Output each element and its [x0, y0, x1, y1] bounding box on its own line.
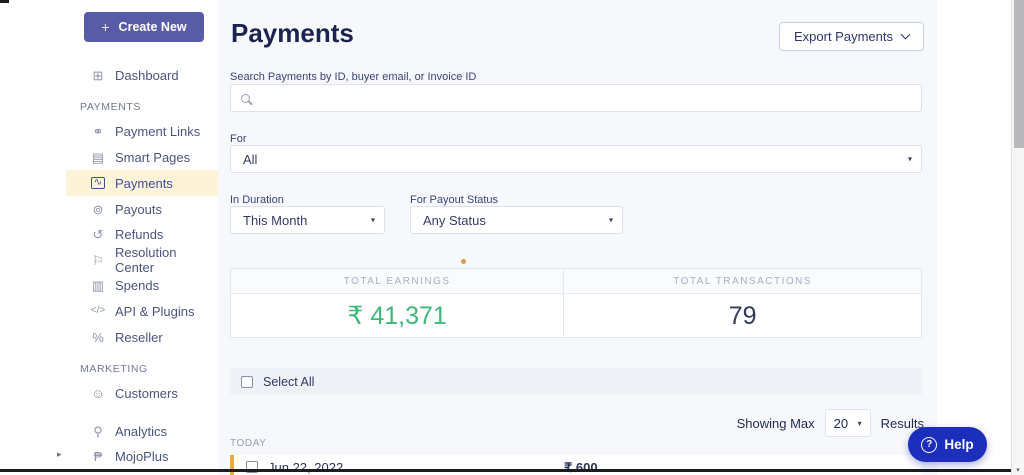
sidebar: + Create New ⊞ Dashboard PAYMENTS ⚭ Paym… [0, 0, 218, 475]
section-header-marketing: MARKETING [80, 363, 148, 375]
group-label-today: TODAY [230, 438, 267, 449]
caret-down-icon: ▾ [371, 216, 375, 225]
caret-down-icon: ▾ [908, 155, 912, 164]
sidebar-item-spends[interactable]: ▥ Spends [66, 272, 218, 298]
scrollbar-down-arrow[interactable]: ▾ [1012, 466, 1024, 474]
payout-status-select-value: Any Status [411, 213, 486, 228]
select-all-row: Select All [230, 368, 922, 395]
sidebar-item-label: Resolution Center [115, 245, 218, 275]
sidebar-item-resolution-center[interactable]: ⚐ Resolution Center [66, 247, 218, 273]
main-content: Payments Export Payments Search Payments… [218, 0, 937, 475]
magnifier-key-icon: ⚲ [88, 425, 108, 438]
stats-table: TOTAL EARNINGS TOTAL TRANSACTIONS ₹ 41,3… [230, 268, 922, 338]
coins-icon: ⊚ [88, 203, 108, 216]
select-all-label: Select All [263, 375, 314, 389]
search-label: Search Payments by ID, buyer email, or I… [230, 71, 476, 83]
code-icon: </> [88, 306, 108, 316]
sidebar-item-label: Customers [115, 386, 178, 401]
flag-person-icon: ⚐ [88, 254, 108, 267]
stats-header-row: TOTAL EARNINGS TOTAL TRANSACTIONS [231, 269, 921, 294]
total-earnings-value: ₹ 41,371 [231, 294, 564, 338]
select-all-checkbox[interactable] [241, 376, 253, 388]
plus-icon: + [101, 19, 109, 35]
scrollbar[interactable]: ▾ [1011, 0, 1024, 475]
section-header-payments: PAYMENTS [80, 101, 141, 113]
people-icon: ☺ [88, 387, 108, 400]
total-transactions-header: TOTAL TRANSACTIONS [564, 269, 921, 293]
create-new-label: Create New [119, 20, 187, 34]
sidebar-item-api-plugins[interactable]: </> API & Plugins [66, 298, 218, 324]
duration-select[interactable]: This Month ▾ [230, 206, 385, 234]
sidebar-item-dashboard[interactable]: ⊞ Dashboard [66, 62, 218, 88]
sidebar-item-label: MojoPlus [115, 449, 168, 464]
sidebar-item-payouts[interactable]: ⊚ Payouts [66, 196, 218, 222]
row-date: Jun 22, 2022 [268, 460, 343, 475]
search-icon [241, 94, 250, 103]
chart-wave-icon: ∿ [91, 177, 105, 189]
sidebar-item-payment-links[interactable]: ⚭ Payment Links [66, 118, 218, 144]
receipt-icon: ▥ [88, 279, 108, 292]
total-earnings-header: TOTAL EARNINGS [231, 269, 564, 293]
sidebar-item-label: Reseller [115, 330, 163, 345]
sidebar-item-label: Payment Links [115, 124, 200, 139]
caret-down-icon: ▾ [609, 216, 613, 225]
sidebar-item-mojoplus[interactable]: ₱ MojoPlus [66, 443, 218, 469]
page-title: Payments [231, 18, 354, 49]
page-icon: ▤ [88, 151, 108, 164]
refresh-icon: ↺ [88, 228, 108, 241]
payout-status-select[interactable]: Any Status ▾ [410, 206, 623, 234]
window-bottom-edge [0, 469, 1011, 472]
duration-select-value: This Month [231, 213, 307, 228]
percent-icon: % [88, 331, 108, 344]
caret-down-icon: ▾ [858, 419, 862, 428]
create-new-button[interactable]: + Create New [84, 12, 204, 42]
sidebar-item-customers[interactable]: ☺ Customers [66, 380, 218, 406]
max-results-select[interactable]: 20 ▾ [825, 409, 871, 437]
search-input[interactable] [250, 85, 921, 111]
help-label: Help [944, 437, 973, 452]
stats-value-row: ₹ 41,371 79 [231, 294, 921, 338]
sidebar-item-smart-pages[interactable]: ▤ Smart Pages [66, 144, 218, 170]
payout-status-label: For Payout Status [410, 194, 498, 206]
link-icon: ⚭ [88, 125, 108, 138]
for-label: For [230, 133, 247, 145]
sidebar-item-label: Spends [115, 278, 159, 293]
sidebar-item-label: Analytics [115, 424, 167, 439]
max-results-value: 20 [834, 416, 848, 431]
sidebar-item-label: API & Plugins [115, 304, 195, 319]
chevron-right-icon[interactable]: ▸ [57, 449, 62, 460]
payment-row[interactable]: Jun 22, 2022 ₹ 600 [230, 455, 922, 475]
mojo-p-icon: ₱ [88, 450, 108, 463]
chevron-down-icon [901, 30, 911, 40]
sidebar-item-label: Dashboard [115, 68, 179, 83]
help-button[interactable]: ? Help [908, 427, 987, 462]
total-transactions-value: 79 [564, 294, 921, 338]
dashboard-icon: ⊞ [88, 69, 108, 82]
for-select[interactable]: All ▾ [230, 145, 922, 173]
window-corner-mark [0, 0, 9, 3]
row-amount: ₹ 600 [564, 460, 598, 475]
export-payments-button[interactable]: Export Payments [779, 22, 924, 51]
for-select-value: All [231, 152, 257, 167]
sidebar-item-reseller[interactable]: % Reseller [66, 324, 218, 350]
sidebar-item-refunds[interactable]: ↺ Refunds [66, 221, 218, 247]
search-box [230, 84, 922, 112]
scrollbar-thumb[interactable] [1014, 0, 1024, 148]
duration-label: In Duration [230, 194, 284, 206]
showing-max-label: Showing Max [737, 416, 815, 431]
export-payments-label: Export Payments [794, 29, 893, 44]
sidebar-item-payments[interactable]: ∿ Payments [66, 170, 218, 196]
question-circle-icon: ? [921, 437, 937, 453]
sidebar-item-label: Payments [115, 176, 173, 191]
cursor-dot [461, 259, 466, 264]
sidebar-item-analytics[interactable]: ⚲ Analytics [66, 418, 218, 444]
sidebar-item-label: Refunds [115, 227, 163, 242]
sidebar-item-label: Payouts [115, 202, 162, 217]
showing-max-row: Showing Max 20 ▾ Results [737, 408, 924, 438]
sidebar-item-label: Smart Pages [115, 150, 190, 165]
